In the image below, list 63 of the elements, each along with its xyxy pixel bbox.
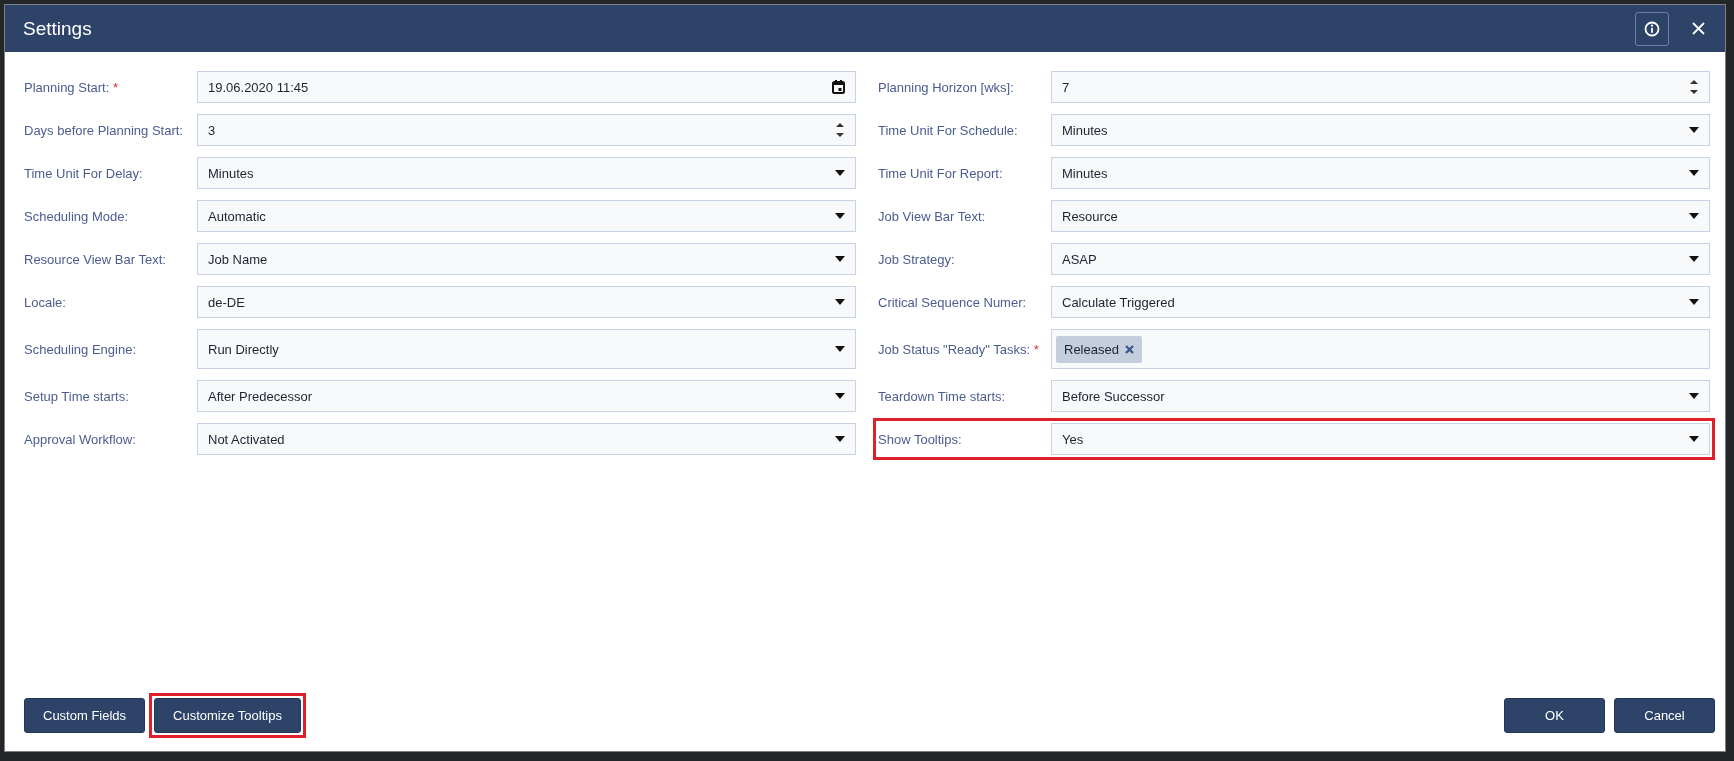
dropdown-caret-icon[interactable] <box>835 436 845 442</box>
remove-icon[interactable] <box>1124 344 1134 354</box>
field-label: Resource View Bar Text: <box>24 250 167 269</box>
window-title: Settings <box>23 17 93 40</box>
number-field[interactable]: 3 <box>197 114 856 146</box>
dialog-button[interactable]: OK <box>1504 698 1605 733</box>
dropdown-caret-icon[interactable] <box>1689 213 1699 219</box>
number-field[interactable]: 7 <box>1051 71 1710 103</box>
date-field[interactable]: 19.06.2020 11:45 <box>197 71 856 103</box>
field-label: Time Unit For Schedule: <box>878 121 1019 140</box>
dropdown-field[interactable]: Before Successor <box>1051 380 1710 412</box>
field-label: Scheduling Mode: <box>24 207 130 226</box>
field-label: Time Unit For Report: <box>878 164 1004 183</box>
dialog-button[interactable]: Custom Fields <box>24 698 146 733</box>
dropdown-caret-icon[interactable] <box>835 393 845 399</box>
dropdown-caret-icon[interactable] <box>1689 256 1699 262</box>
dropdown-caret-icon[interactable] <box>835 346 845 352</box>
close-icon <box>1691 22 1705 35</box>
field-label: Job Status "Ready" Tasks: * <box>878 340 1040 359</box>
dropdown-field[interactable]: Automatic <box>197 200 856 232</box>
dropdown-caret-icon[interactable] <box>1689 436 1699 442</box>
field-label: Show Tooltips: <box>878 430 963 449</box>
dropdown-field[interactable]: Resource <box>1051 200 1710 232</box>
field-label: Planning Start: * <box>24 78 119 97</box>
field-label: Time Unit For Delay: <box>24 164 144 183</box>
dropdown-field[interactable]: Run Directly <box>197 329 856 369</box>
field-label: Planning Horizon [wks]: <box>878 78 1015 97</box>
field-label: Job Strategy: <box>878 250 956 269</box>
dropdown-field[interactable]: Not Activated <box>197 423 856 455</box>
field-label: Critical Sequence Numer: <box>878 293 1028 312</box>
dropdown-field[interactable]: de-DE <box>197 286 856 318</box>
info-button[interactable] <box>1635 11 1669 46</box>
dialog-button[interactable]: Customize Tooltips <box>154 698 301 733</box>
field-label: Job View Bar Text: <box>878 207 987 226</box>
dropdown-field[interactable]: Minutes <box>1051 114 1710 146</box>
dropdown-field[interactable]: Minutes <box>1051 157 1710 189</box>
dropdown-field[interactable]: Calculate Triggered <box>1051 286 1710 318</box>
tag-field[interactable]: Released <box>1051 329 1710 369</box>
field-label: Teardown Time starts: <box>878 387 1007 406</box>
dropdown-caret-icon[interactable] <box>835 256 845 262</box>
dropdown-caret-icon[interactable] <box>1689 170 1699 176</box>
spinner-arrows-icon[interactable] <box>1689 78 1699 96</box>
dropdown-field[interactable]: Job Name <box>197 243 856 275</box>
field-label: Setup Time starts: <box>24 387 130 406</box>
dropdown-field[interactable]: ASAP <box>1051 243 1710 275</box>
info-icon <box>1644 20 1660 37</box>
dropdown-caret-icon[interactable] <box>1689 127 1699 133</box>
dropdown-caret-icon[interactable] <box>1689 299 1699 305</box>
field-label: Approval Workflow: <box>24 430 137 449</box>
calendar-icon[interactable] <box>832 80 845 94</box>
field-label: Scheduling Engine: <box>24 340 138 359</box>
field-label: Locale: <box>24 293 67 312</box>
dropdown-field[interactable]: Minutes <box>197 157 856 189</box>
dropdown-caret-icon[interactable] <box>835 170 845 176</box>
dropdown-caret-icon[interactable] <box>1689 393 1699 399</box>
tag-chip: Released <box>1056 335 1142 363</box>
dropdown-field[interactable]: After Predecessor <box>197 380 856 412</box>
dialog-button[interactable]: Cancel <box>1614 698 1715 733</box>
field-label: Days before Planning Start: <box>24 121 184 140</box>
dropdown-field[interactable]: Yes <box>1051 423 1710 455</box>
spinner-arrows-icon[interactable] <box>835 121 845 139</box>
dropdown-caret-icon[interactable] <box>835 299 845 305</box>
dropdown-caret-icon[interactable] <box>835 213 845 219</box>
